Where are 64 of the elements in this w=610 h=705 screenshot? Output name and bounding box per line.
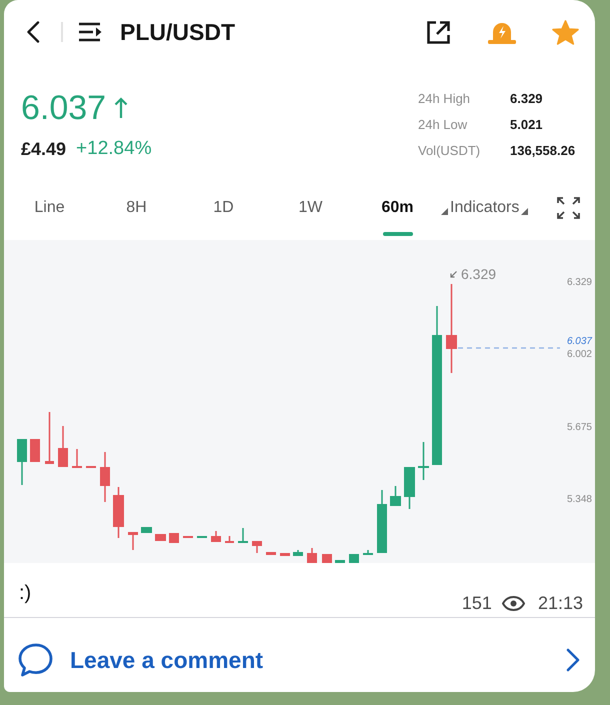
view-count: 151 xyxy=(462,592,492,614)
corner-triangle-icon xyxy=(441,208,448,215)
fiat-price: £4.49 xyxy=(21,138,66,161)
stat-label: 24h Low xyxy=(418,116,468,134)
expand-icon[interactable] xyxy=(557,197,580,219)
axis-label: 6.002 xyxy=(566,349,592,362)
candle xyxy=(100,452,110,502)
candle xyxy=(72,449,82,468)
external-link-icon[interactable] xyxy=(427,20,450,44)
comment-icon xyxy=(17,643,53,677)
candle xyxy=(349,554,359,563)
axis-label: 5.675 xyxy=(566,422,592,434)
candle xyxy=(363,550,373,555)
candle xyxy=(30,439,40,462)
candle xyxy=(225,536,234,543)
candle xyxy=(169,533,179,543)
chevron-right-icon xyxy=(566,648,580,672)
stat-value: 136,558.26 xyxy=(510,142,576,160)
message-caption: :) xyxy=(19,581,32,605)
candle xyxy=(266,552,276,555)
message-time: 21:13 xyxy=(538,592,583,614)
candle xyxy=(45,412,54,464)
list-icon[interactable] xyxy=(78,22,102,42)
last-price: 6.037 xyxy=(21,88,106,128)
candle xyxy=(377,490,387,553)
price-change: +12.84% xyxy=(76,137,152,161)
candle xyxy=(335,560,345,563)
candle xyxy=(404,467,415,509)
candle xyxy=(141,527,152,533)
axis-label: 6.329 xyxy=(566,277,592,289)
price-label: 6.037 xyxy=(566,336,592,348)
candle xyxy=(280,553,290,556)
candle xyxy=(128,532,138,550)
pair-title: PLU/USDT xyxy=(120,18,235,47)
corner-triangle-icon xyxy=(521,208,528,215)
indicators-button[interactable]: Indicators xyxy=(441,186,528,236)
candle xyxy=(322,554,332,563)
candle xyxy=(252,541,262,553)
candle xyxy=(238,528,248,543)
candle xyxy=(155,534,166,541)
candle xyxy=(418,442,429,480)
back-icon[interactable] xyxy=(26,21,40,43)
stat-value: 5.021 xyxy=(510,116,544,134)
candle xyxy=(211,531,221,542)
eye-icon xyxy=(502,596,525,610)
tab[interactable]: 1W xyxy=(267,186,354,236)
axis-label: 5.348 xyxy=(566,494,592,506)
comment-link[interactable]: Leave a comment xyxy=(4,618,595,692)
candle xyxy=(390,486,401,506)
candle xyxy=(307,548,317,563)
tab[interactable]: 1D xyxy=(180,186,267,236)
arrow-icon xyxy=(450,270,457,278)
candle xyxy=(58,426,68,467)
stat-label: 24h High xyxy=(418,90,472,108)
candle xyxy=(113,487,124,538)
candle xyxy=(17,439,27,485)
tab[interactable]: 60m xyxy=(354,186,441,236)
max-price-label: 6.329 xyxy=(461,266,496,282)
tab[interactable]: Line xyxy=(6,186,93,236)
stat-label: Vol(USDT) xyxy=(418,142,482,160)
stat-value: 6.329 xyxy=(510,90,544,108)
tab[interactable]: 8H xyxy=(93,186,180,236)
candle xyxy=(293,550,303,556)
star-icon[interactable] xyxy=(552,20,579,44)
